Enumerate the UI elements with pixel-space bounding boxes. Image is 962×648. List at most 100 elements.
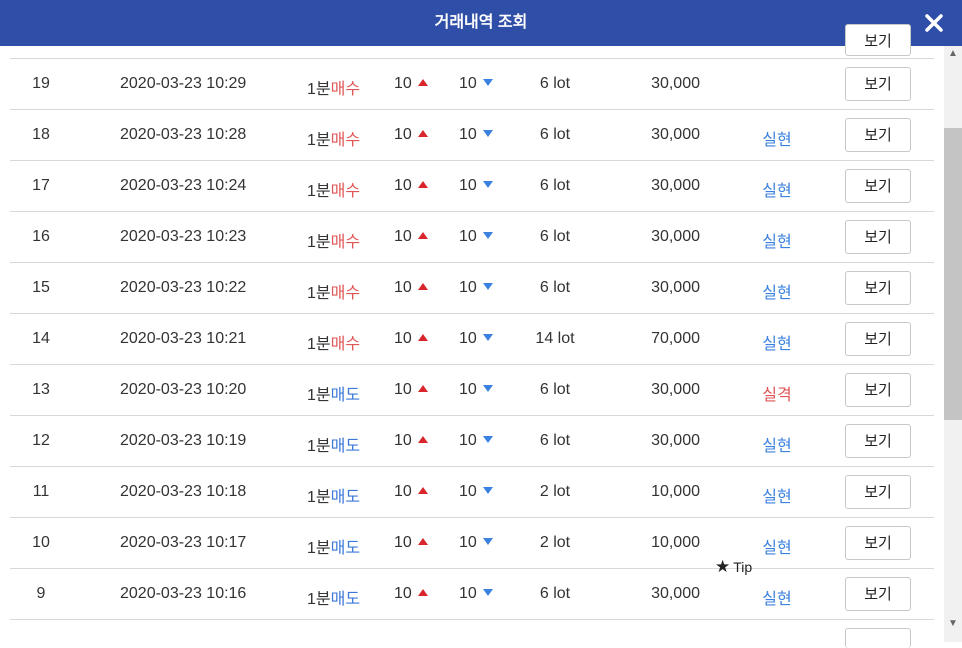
row-amount: 10,000 bbox=[651, 534, 700, 551]
tip-label[interactable]: ★ Tip bbox=[715, 557, 752, 577]
row-period: 1분매도 bbox=[307, 483, 360, 507]
row-up-count: 10 bbox=[394, 279, 428, 297]
direction-text: 매수 bbox=[330, 336, 361, 353]
view-button[interactable]: 보기 bbox=[845, 220, 911, 254]
row-down-count: 10 bbox=[459, 279, 493, 297]
table-row: 18 2020-03-23 10:28 1분매수 10 10 6 lot 30,000 실현 보… bbox=[10, 110, 934, 161]
row-lot: 6 lot bbox=[539, 279, 571, 296]
down-value: 10 bbox=[459, 177, 477, 194]
row-result: 실현 bbox=[762, 234, 792, 251]
up-value: 10 bbox=[394, 381, 412, 398]
row-period: 1분매수 bbox=[307, 177, 360, 201]
close-icon[interactable] bbox=[922, 11, 946, 35]
triangle-down-icon bbox=[482, 487, 493, 494]
direction-text: 매도 bbox=[330, 591, 361, 608]
down-value: 10 bbox=[459, 228, 477, 245]
row-datetime: 2020-03-23 10:24 bbox=[120, 177, 247, 194]
row-lot: 6 lot bbox=[539, 381, 571, 398]
row-up-count: 10 bbox=[394, 330, 428, 348]
down-value: 10 bbox=[459, 279, 477, 296]
view-button[interactable]: 보기 bbox=[845, 169, 911, 203]
modal-header: 거래내역 조회 bbox=[0, 0, 962, 46]
table-row: 17 2020-03-23 10:24 1분매수 10 10 6 lot 30,000 실현 보… bbox=[10, 161, 934, 212]
row-datetime: 2020-03-23 10:20 bbox=[120, 381, 247, 398]
triangle-up-icon bbox=[417, 283, 428, 290]
down-value: 10 bbox=[459, 585, 477, 602]
view-button[interactable]: 보기 bbox=[845, 526, 911, 560]
triangle-down-icon bbox=[482, 334, 493, 341]
row-result: 실격 bbox=[762, 387, 792, 404]
direction-text: 매도 bbox=[330, 438, 361, 455]
direction-text: 매도 bbox=[330, 540, 361, 557]
up-value: 10 bbox=[394, 585, 412, 602]
row-amount: 30,000 bbox=[651, 585, 700, 602]
row-datetime: 2020-03-23 10:17 bbox=[120, 534, 247, 551]
period-text: 1분 bbox=[307, 183, 331, 200]
up-value: 10 bbox=[394, 228, 412, 245]
triangle-down-icon bbox=[482, 385, 493, 392]
down-value: 10 bbox=[459, 534, 477, 551]
triangle-down-icon bbox=[482, 538, 493, 545]
row-up-count: 10 bbox=[394, 483, 428, 501]
up-value: 10 bbox=[394, 483, 412, 500]
triangle-down-icon bbox=[482, 436, 493, 443]
triangle-up-icon bbox=[417, 232, 428, 239]
view-button[interactable]: 보기 bbox=[845, 475, 911, 509]
table-row: 11 2020-03-23 10:18 1분매도 10 10 2 lot 10,000 실현 보… bbox=[10, 467, 934, 518]
row-datetime: 2020-03-23 10:19 bbox=[120, 432, 247, 449]
up-value: 10 bbox=[394, 432, 412, 449]
view-button[interactable]: 보기 bbox=[845, 24, 911, 56]
up-value: 10 bbox=[394, 279, 412, 296]
row-period: 1분매도 bbox=[307, 534, 360, 558]
row-datetime: 2020-03-23 10:29 bbox=[120, 75, 247, 92]
view-button[interactable]: 보기 bbox=[845, 424, 911, 458]
triangle-up-icon bbox=[417, 79, 428, 86]
table-row: 9 2020-03-23 10:16 1분매도 10 10 6 lot 30,000 실현 보기 bbox=[10, 569, 934, 620]
period-text: 1분 bbox=[307, 234, 331, 251]
row-down-count: 10 bbox=[459, 432, 493, 450]
row-down-count: 10 bbox=[459, 228, 493, 246]
row-number: 18 bbox=[32, 126, 50, 143]
row-result: 실현 bbox=[762, 540, 792, 557]
up-value: 10 bbox=[394, 177, 412, 194]
direction-text: 매수 bbox=[330, 183, 361, 200]
view-button[interactable]: 보기 bbox=[845, 577, 911, 611]
direction-text: 매수 bbox=[330, 234, 361, 251]
row-datetime: 2020-03-23 10:28 bbox=[120, 126, 247, 143]
row-up-count: 10 bbox=[394, 228, 428, 246]
scroll-down-arrow-icon[interactable]: ▼ bbox=[946, 618, 960, 630]
period-text: 1분 bbox=[307, 285, 331, 302]
row-number: 9 bbox=[36, 585, 46, 602]
direction-text: 매도 bbox=[330, 489, 361, 506]
view-button[interactable]: 보기 bbox=[845, 118, 911, 152]
period-text: 1분 bbox=[307, 489, 331, 506]
row-period: 1분매수 bbox=[307, 75, 360, 99]
down-value: 10 bbox=[459, 75, 477, 92]
view-button[interactable]: 보기 bbox=[845, 373, 911, 407]
row-amount: 70,000 bbox=[651, 330, 700, 347]
row-amount: 30,000 bbox=[651, 75, 700, 92]
row-number: 15 bbox=[32, 279, 50, 296]
down-value: 10 bbox=[459, 432, 477, 449]
row-lot: 6 lot bbox=[539, 432, 571, 449]
period-text: 1분 bbox=[307, 81, 331, 98]
row-lot: 6 lot bbox=[539, 228, 571, 245]
scrollbar-thumb[interactable] bbox=[944, 128, 962, 420]
triangle-down-icon bbox=[482, 79, 493, 86]
row-datetime: 2020-03-23 10:22 bbox=[120, 279, 247, 296]
row-up-count: 10 bbox=[394, 432, 428, 450]
view-button[interactable] bbox=[845, 628, 911, 648]
down-value: 10 bbox=[459, 330, 477, 347]
table-row: 13 2020-03-23 10:20 1분매도 10 10 6 lot 30,000 실격 보… bbox=[10, 365, 934, 416]
row-lot: 2 lot bbox=[539, 534, 571, 551]
row-up-count: 10 bbox=[394, 534, 428, 552]
up-value: 10 bbox=[394, 534, 412, 551]
row-period: 1분매도 bbox=[307, 585, 360, 609]
view-button[interactable]: 보기 bbox=[845, 322, 911, 356]
triangle-up-icon bbox=[417, 181, 428, 188]
star-icon: ★ bbox=[715, 557, 731, 576]
row-amount: 10,000 bbox=[651, 483, 700, 500]
view-button[interactable]: 보기 bbox=[845, 67, 911, 101]
scroll-up-arrow-icon[interactable]: ▲ bbox=[946, 48, 960, 60]
view-button[interactable]: 보기 bbox=[845, 271, 911, 305]
